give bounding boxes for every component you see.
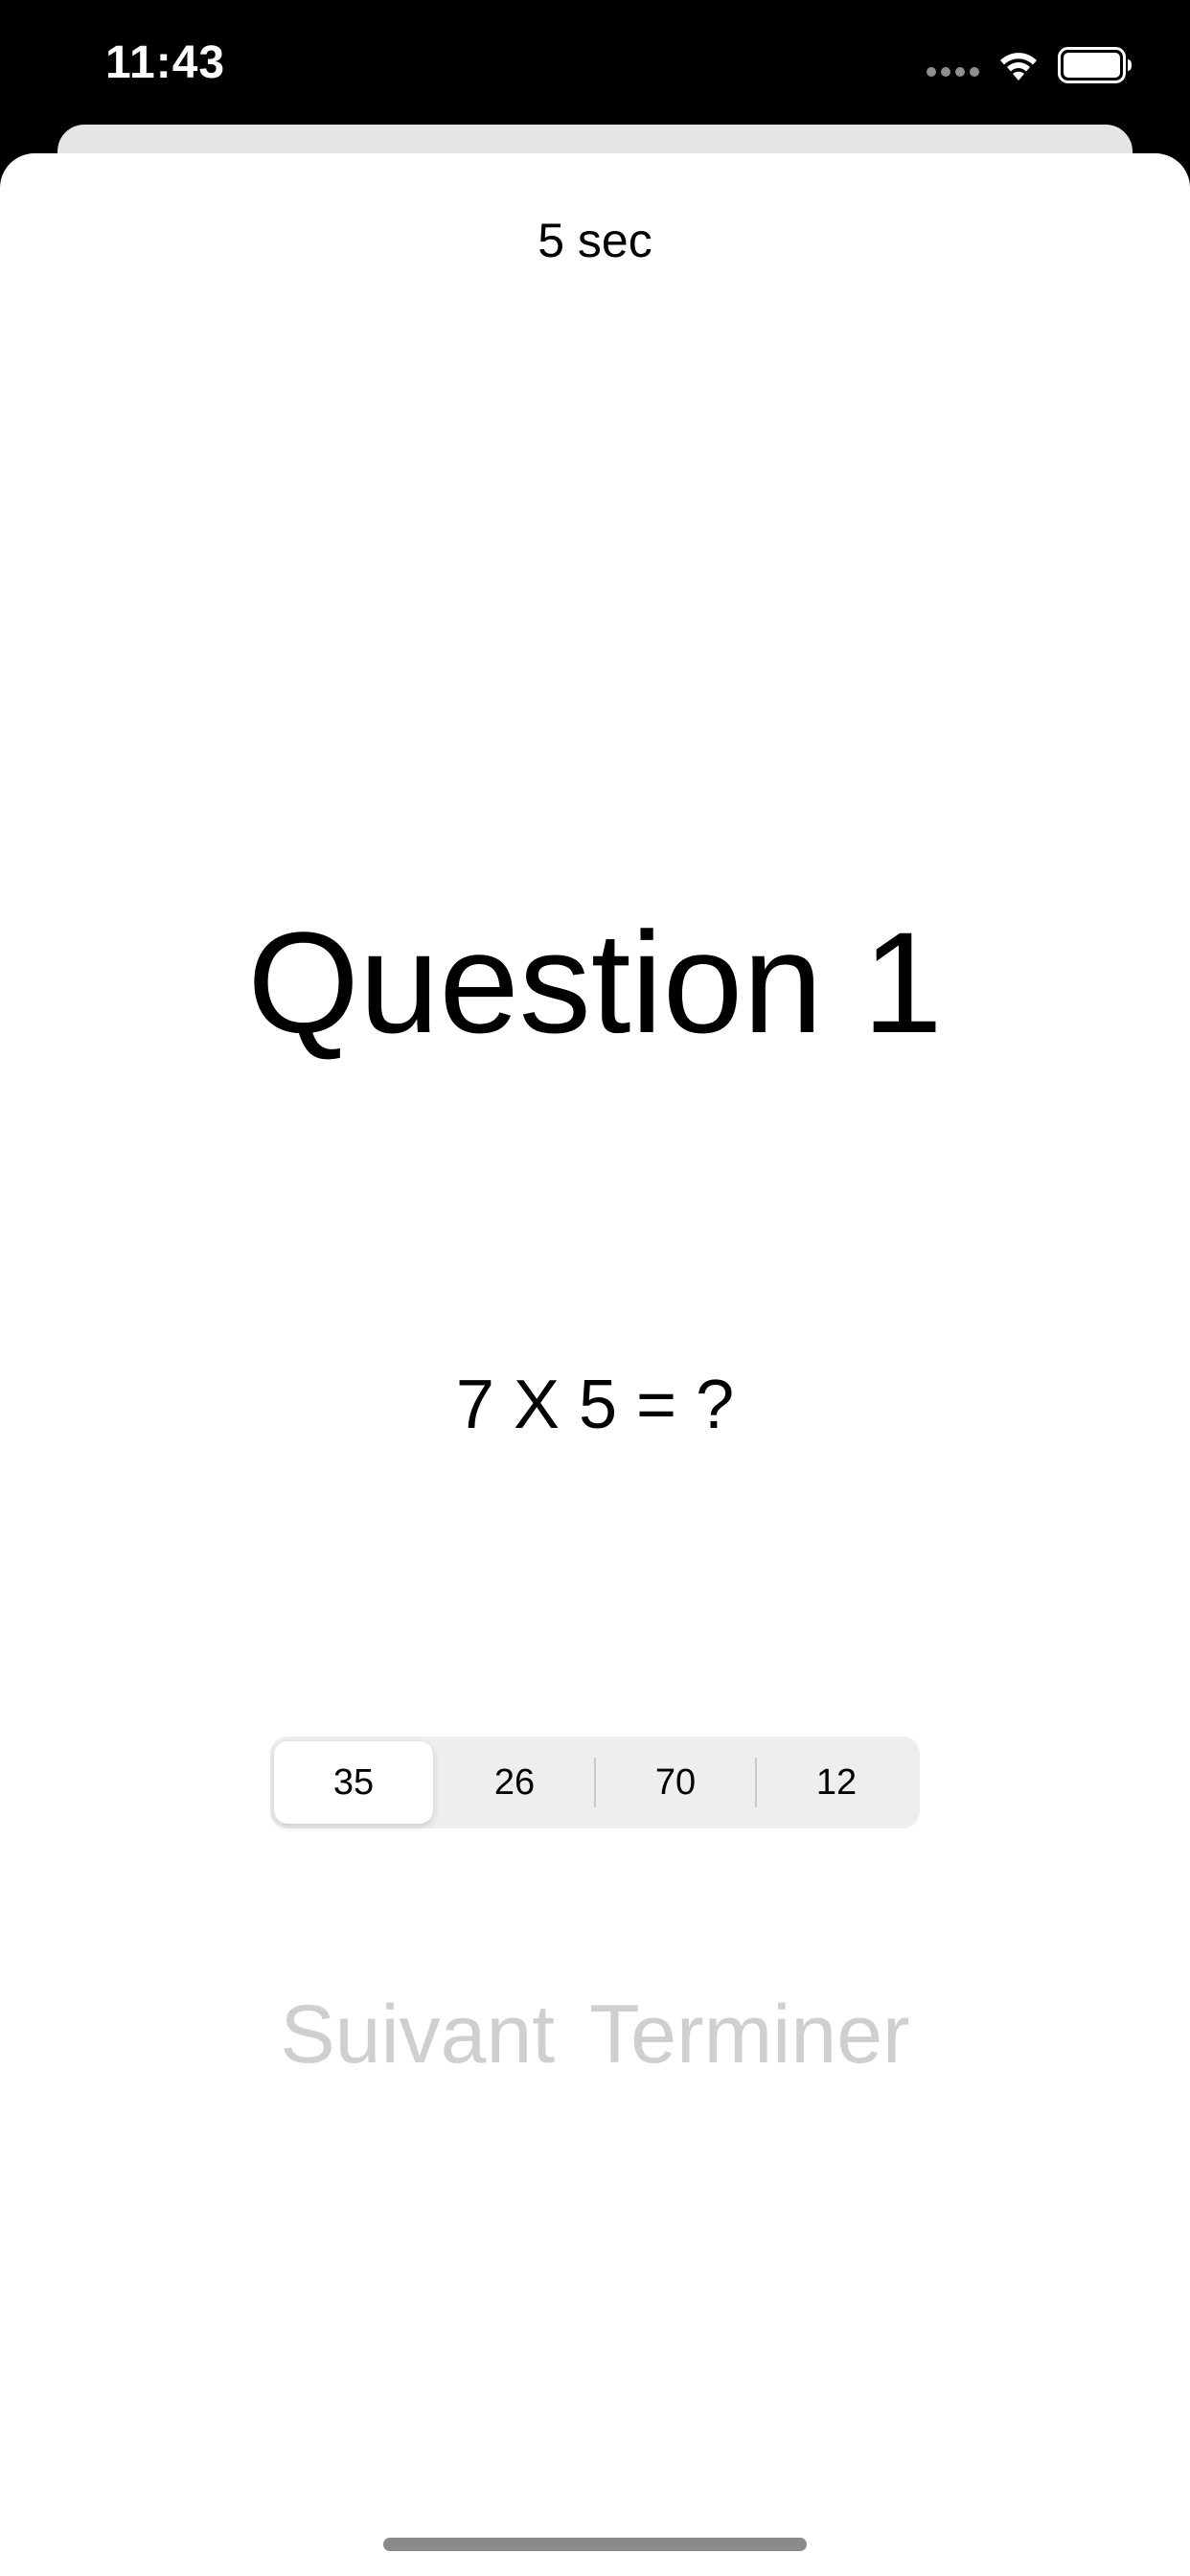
home-indicator[interactable] [383, 2538, 807, 2551]
answer-option-70[interactable]: 70 [596, 1741, 755, 1824]
answer-option-12[interactable]: 12 [757, 1741, 916, 1824]
status-icons [927, 42, 1133, 88]
status-time: 11:43 [105, 37, 226, 88]
question-title: Question 1 [247, 902, 943, 1063]
action-buttons: Suivant Terminer [0, 1993, 1190, 2076]
next-button[interactable]: Suivant [280, 1993, 555, 2076]
finish-button[interactable]: Terminer [589, 1993, 910, 2076]
answer-segmented-control[interactable]: 35 26 70 12 [270, 1736, 920, 1828]
quiz-sheet [0, 153, 1190, 2576]
wifi-icon [1000, 53, 1037, 80]
answer-option-35[interactable]: 35 [274, 1741, 433, 1824]
answer-option-26[interactable]: 26 [435, 1741, 594, 1824]
countdown-timer: 5 sec [538, 214, 652, 267]
cellular-signal-icon [927, 67, 979, 77]
quiz-screen: 11:43 5 sec Question 1 7 X 5 = ? 35 26 7… [0, 0, 1190, 2576]
status-bar: 11:43 [0, 0, 1190, 125]
question-text: 7 X 5 = ? [455, 1367, 735, 1443]
battery-icon [1058, 47, 1132, 83]
